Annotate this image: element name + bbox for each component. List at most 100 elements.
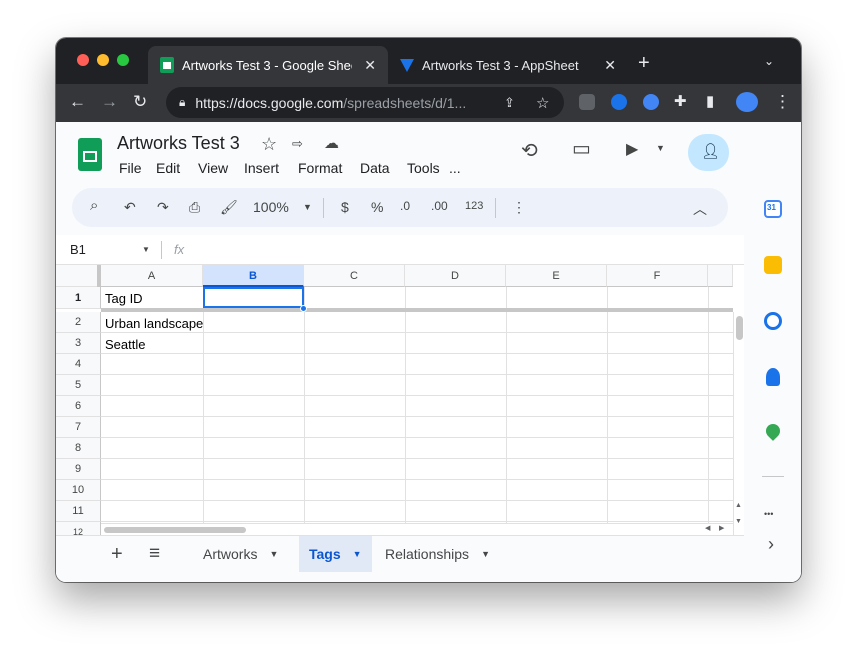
close-window-button[interactable] <box>77 54 89 66</box>
currency-format-button[interactable]: $ <box>341 199 349 215</box>
calendar-icon[interactable]: 31 <box>764 200 782 218</box>
row-header-11[interactable]: 11 <box>56 501 101 522</box>
zoom-select[interactable]: 100% <box>253 199 289 215</box>
password-manager-icon[interactable] <box>611 94 627 110</box>
maximize-window-button[interactable] <box>117 54 129 66</box>
row-header-9[interactable]: 9 <box>56 459 101 480</box>
browser-menu-icon[interactable]: ⋮ <box>774 93 791 111</box>
sheet-tab-artworks[interactable]: Artworks ▼ <box>193 536 288 572</box>
add-sheet-button[interactable]: + <box>111 543 123 566</box>
column-header-g[interactable] <box>708 265 733 287</box>
column-header-b[interactable]: B <box>203 265 304 287</box>
menu-insert[interactable]: Insert <box>244 160 279 176</box>
menu-more[interactable]: ... <box>449 160 461 176</box>
sheet-tab-relationships[interactable]: Relationships ▼ <box>375 536 500 572</box>
meet-icon[interactable]: ▶ <box>626 139 638 159</box>
extensions-puzzle-icon[interactable]: ✚ <box>674 93 687 111</box>
maps-icon[interactable] <box>763 421 783 441</box>
zoom-dropdown-icon[interactable]: ▼ <box>303 202 312 212</box>
select-all-corner[interactable] <box>56 265 101 287</box>
close-tab-icon[interactable]: ✕ <box>364 57 376 74</box>
row-header-6[interactable]: 6 <box>56 396 101 417</box>
address-bar[interactable]: 🔒︎ https://docs.google.com /spreadsheets… <box>166 87 564 118</box>
row-header-3[interactable]: 3 <box>56 333 101 354</box>
column-header-f[interactable]: F <box>607 265 708 287</box>
scroll-right-icon[interactable]: ▶ <box>719 524 724 532</box>
expand-panel-icon[interactable]: › <box>768 534 774 555</box>
row-header-10[interactable]: 10 <box>56 480 101 501</box>
frozen-row-divider[interactable] <box>101 308 733 312</box>
new-tab-button[interactable]: + <box>638 52 650 75</box>
row-header-2[interactable]: 2 <box>56 312 101 333</box>
scroll-up-icon[interactable]: ▲ <box>735 502 742 509</box>
meet-dropdown-icon[interactable]: ▼ <box>656 143 665 153</box>
cell-a3[interactable]: Seattle <box>105 337 145 352</box>
row-header-5[interactable]: 5 <box>56 375 101 396</box>
menu-data[interactable]: Data <box>360 160 390 176</box>
bookmark-star-icon[interactable]: ☆ <box>536 94 549 112</box>
name-box-dropdown-icon[interactable]: ▼ <box>142 245 150 254</box>
fill-handle[interactable] <box>300 305 307 312</box>
sheets-logo-icon[interactable] <box>78 138 102 171</box>
more-formats-button[interactable]: 123 <box>465 200 483 212</box>
cell-a2[interactable]: Urban landscape <box>105 316 203 331</box>
search-menus-icon[interactable]: ⌕ <box>90 197 98 214</box>
sheet-tab-tags[interactable]: Tags ▼ <box>299 536 372 572</box>
row-header-1[interactable]: 1 <box>56 287 101 309</box>
scrollbar-thumb[interactable] <box>736 316 743 340</box>
selected-cell-b1[interactable] <box>203 287 304 308</box>
horizontal-scrollbar[interactable]: ◀ ▶ <box>101 523 733 535</box>
profile-icon[interactable] <box>736 92 758 112</box>
print-icon[interactable]: ⎙ <box>189 199 200 216</box>
minimize-window-button[interactable] <box>97 54 109 66</box>
name-box[interactable]: B1 <box>70 242 86 257</box>
tab-search-icon[interactable]: ⌄ <box>764 54 774 68</box>
back-icon[interactable]: ← <box>69 93 86 111</box>
cell-a1[interactable]: Tag ID <box>105 291 143 306</box>
tab-google-sheets[interactable]: Artworks Test 3 - Google Sheets ✕ <box>148 46 388 84</box>
collapse-toolbar-icon[interactable]: ︿ <box>693 199 707 219</box>
row-header-8[interactable]: 8 <box>56 438 101 459</box>
side-panel-icon[interactable]: ▮ <box>706 93 714 111</box>
scroll-left-icon[interactable]: ◀ <box>705 524 710 532</box>
redo-icon[interactable]: ↷ <box>157 199 169 216</box>
version-history-icon[interactable]: ⟲ <box>521 138 538 163</box>
paint-format-icon[interactable]: 🖌︎ <box>220 199 238 216</box>
more-options-icon[interactable]: ⋮ <box>512 199 526 216</box>
increase-decimals-button[interactable]: .00 <box>431 199 448 213</box>
menu-tools[interactable]: Tools <box>407 160 440 176</box>
comments-icon[interactable]: ▭ <box>572 136 591 161</box>
extension-icon[interactable] <box>579 94 595 110</box>
cloud-status-icon[interactable]: ☁ <box>324 134 339 152</box>
document-title[interactable]: Artworks Test 3 <box>117 133 240 154</box>
column-header-e[interactable]: E <box>506 265 607 287</box>
scroll-down-icon[interactable]: ▼ <box>735 518 742 525</box>
menu-format[interactable]: Format <box>298 160 342 176</box>
share-button[interactable]: 👤︎ <box>688 134 729 171</box>
decrease-decimals-button[interactable]: .0 <box>400 199 410 213</box>
forward-icon[interactable]: → <box>101 93 118 111</box>
column-header-a[interactable]: A <box>101 265 203 287</box>
tab-appsheet[interactable]: Artworks Test 3 - AppSheet ✕ <box>388 46 628 84</box>
reload-icon[interactable]: ↻ <box>133 93 147 111</box>
more-addons-icon[interactable]: ••• <box>764 509 773 519</box>
star-icon[interactable]: ☆ <box>261 134 277 155</box>
tasks-icon[interactable] <box>764 312 782 330</box>
row-header-4[interactable]: 4 <box>56 354 101 375</box>
undo-icon[interactable]: ↶ <box>124 199 136 216</box>
extension-circle-icon[interactable] <box>643 94 659 110</box>
row-header-12[interactable]: 12 <box>56 522 101 535</box>
close-tab-icon[interactable]: ✕ <box>604 57 616 74</box>
keep-icon[interactable] <box>764 256 782 274</box>
column-header-c[interactable]: C <box>304 265 405 287</box>
scrollbar-thumb[interactable] <box>104 527 246 533</box>
percent-format-button[interactable]: % <box>371 199 383 215</box>
menu-file[interactable]: File <box>119 160 142 176</box>
move-folder-icon[interactable]: ⇨ <box>292 136 303 152</box>
share-page-icon[interactable]: ⇪ <box>504 95 515 111</box>
vertical-scrollbar[interactable]: ▲ ▼ <box>733 312 744 535</box>
contacts-icon[interactable] <box>766 368 780 386</box>
menu-view[interactable]: View <box>198 160 228 176</box>
menu-edit[interactable]: Edit <box>156 160 180 176</box>
column-header-d[interactable]: D <box>405 265 506 287</box>
